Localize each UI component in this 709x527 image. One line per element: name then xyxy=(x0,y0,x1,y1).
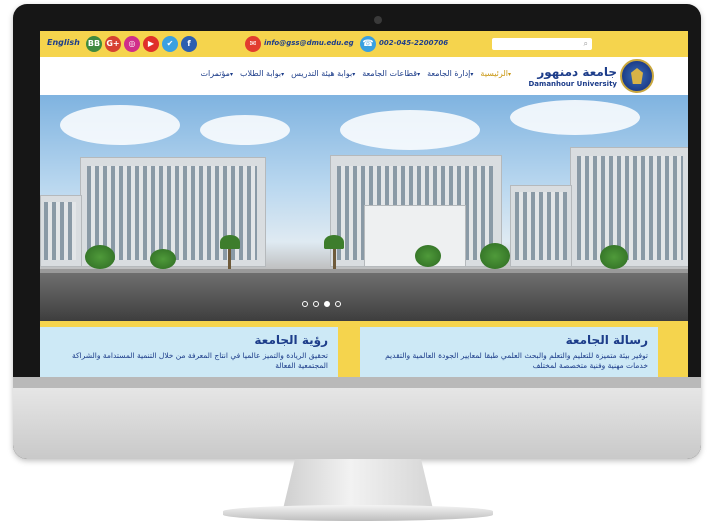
nav-item-student-portal[interactable]: بوابة الطلاب▾ xyxy=(240,69,285,78)
webcam xyxy=(374,16,382,24)
nav-item-sectors[interactable]: قطاعات الجامعة▾ xyxy=(362,69,421,78)
main-navigation: الرئيسية▾ إدارة الجامعة▾ قطاعات الجامعة▾… xyxy=(132,69,512,78)
slider-dot[interactable] xyxy=(335,301,341,307)
nav-item-label: بوابة هيئة التدريس xyxy=(291,69,353,78)
mission-title: رسالة الجامعة xyxy=(565,333,648,347)
tree xyxy=(415,245,441,267)
slider-pagination xyxy=(302,301,341,307)
facebook-icon[interactable]: f xyxy=(181,36,197,52)
top-utility-bar: English BB G+ ◎ ▶ ✔ f ✉ info@gss@dmu.edu… xyxy=(40,31,688,57)
search-icon[interactable]: ⌕ xyxy=(584,39,588,49)
slider-dot[interactable] xyxy=(302,301,308,307)
building-mid-right xyxy=(510,185,572,267)
google-plus-icon[interactable]: G+ xyxy=(105,36,121,52)
tree xyxy=(85,245,115,269)
building-windows xyxy=(44,202,76,260)
brand-name-arabic[interactable]: جامعة دمنهور xyxy=(535,65,617,79)
tree xyxy=(600,245,628,269)
nav-item-label: بوابة الطلاب xyxy=(239,69,282,78)
chevron-down-icon: ▾ xyxy=(352,71,356,78)
mission-card: رسالة الجامعة توفير بيئة متميزة للتعليم … xyxy=(360,327,658,377)
building-far-left xyxy=(40,195,82,267)
nav-item-administration[interactable]: إدارة الجامعة▾ xyxy=(427,69,474,78)
chevron-down-icon: ▾ xyxy=(417,71,421,78)
phone-icon: ☎ xyxy=(360,36,376,52)
screen-bottom-bezel xyxy=(13,377,701,388)
monitor-chin xyxy=(13,388,701,459)
youtube-icon[interactable]: ▶ xyxy=(143,36,159,52)
monitor-stand xyxy=(283,459,433,509)
tree xyxy=(150,249,176,269)
palm-tree xyxy=(324,235,344,249)
nav-item-faculty-portal[interactable]: بوابة هيئة التدريس▾ xyxy=(291,69,356,78)
chevron-down-icon: ▾ xyxy=(507,71,511,78)
nav-item-label: قطاعات الجامعة xyxy=(362,69,418,78)
building-right xyxy=(570,147,688,267)
mission-text: توفير بيئة متميزة للتعليم والتعلم والبحث… xyxy=(385,351,648,370)
nav-item-label: الرئيسية xyxy=(480,69,508,78)
chevron-down-icon: ▾ xyxy=(470,71,474,78)
about-section: رؤية الجامعة تحقيق الريادة والتميز عالمي… xyxy=(40,321,688,377)
building-windows xyxy=(577,156,683,260)
phone-number: 002-045-2200706 xyxy=(379,39,449,47)
chevron-down-icon: ▾ xyxy=(229,71,233,78)
bb-icon[interactable]: BB xyxy=(86,36,102,52)
slider-dot[interactable] xyxy=(313,301,319,307)
cloud xyxy=(510,100,640,135)
cloud xyxy=(340,110,480,150)
palm-tree xyxy=(220,235,240,249)
email-icon: ✉ xyxy=(245,36,261,52)
instagram-icon[interactable]: ◎ xyxy=(124,36,140,52)
search-input[interactable]: ⌕ xyxy=(492,38,592,50)
brand-name-english[interactable]: Damanhour University xyxy=(520,80,617,88)
cloud xyxy=(200,115,290,145)
university-logo[interactable] xyxy=(620,59,654,93)
nav-item-home[interactable]: الرئيسية▾ xyxy=(480,69,512,78)
twitter-icon[interactable]: ✔ xyxy=(162,36,178,52)
tree xyxy=(480,243,510,269)
monitor-base xyxy=(223,505,493,521)
language-link[interactable]: English xyxy=(47,38,80,47)
hero-slider[interactable] xyxy=(40,95,688,321)
nav-item-label: إدارة الجامعة xyxy=(427,69,471,78)
nav-item-conferences[interactable]: مؤتمرات▾ xyxy=(201,69,234,78)
main-header: جامعة دمنهور Damanhour University الرئيس… xyxy=(40,57,688,95)
vision-title: رؤية الجامعة xyxy=(254,333,328,347)
building-windows xyxy=(515,192,567,260)
chevron-down-icon: ▾ xyxy=(281,71,285,78)
browser-screen: English BB G+ ◎ ▶ ✔ f ✉ info@gss@dmu.edu… xyxy=(40,31,688,377)
vision-text: تحقيق الريادة والتميز عالميا في انتاج ال… xyxy=(71,351,328,370)
nav-item-label: مؤتمرات xyxy=(200,69,230,78)
cloud xyxy=(60,105,180,145)
vision-card: رؤية الجامعة تحقيق الريادة والتميز عالمي… xyxy=(40,327,338,377)
slider-dot-active[interactable] xyxy=(324,301,330,307)
road xyxy=(40,273,688,321)
email-link[interactable]: info@gss@dmu.edu.eg xyxy=(264,39,354,47)
